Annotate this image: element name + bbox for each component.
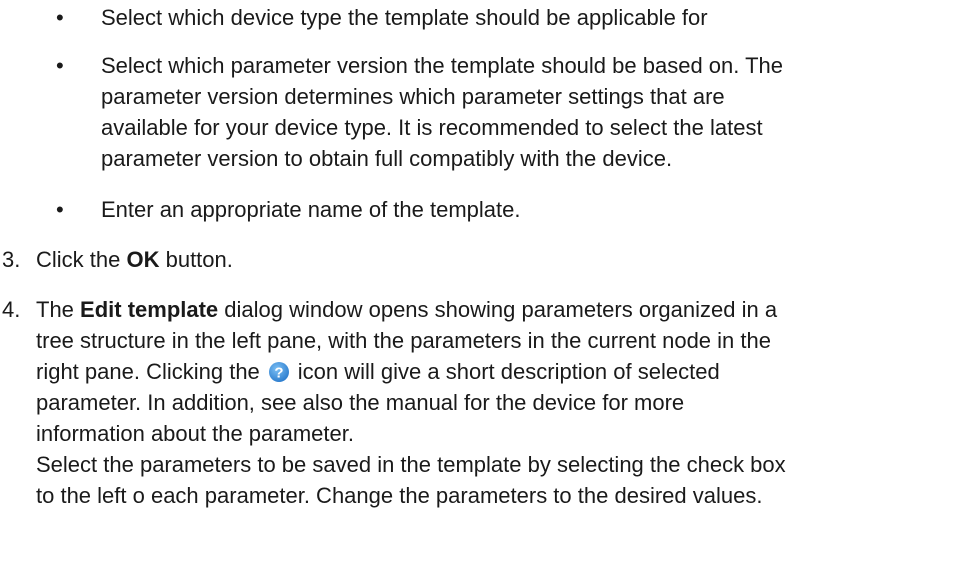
- document-body: • Select which device type the template …: [0, 0, 962, 511]
- step-4: 4. The Edit template dialog window opens…: [0, 294, 962, 511]
- step-text-line: parameter. In addition, see also the man…: [36, 390, 685, 415]
- svg-text:?: ?: [274, 365, 283, 382]
- ok-button-label: OK: [126, 247, 160, 272]
- bullet-item-template-name: • Enter an appropriate name of the templ…: [0, 194, 962, 225]
- step-text-part: icon will give a short description of se…: [297, 359, 720, 384]
- bullet-text-line: Select which parameter version the templ…: [101, 53, 783, 78]
- step-text-line: information about the parameter.: [36, 421, 354, 446]
- step-text-line: to the left o each parameter. Change the…: [36, 483, 763, 508]
- bullet-text-line: parameter version to obtain full compati…: [101, 146, 673, 171]
- step-text-line: Select the parameters to be saved in the…: [36, 452, 786, 477]
- step-number: 4.: [2, 297, 21, 322]
- step-text-part: The: [36, 297, 81, 322]
- edit-template-label: Edit template: [80, 297, 219, 322]
- step-text-part: Click the: [36, 247, 127, 272]
- step-text-part: dialog window opens showing parameters o…: [218, 297, 778, 322]
- step-text-line: tree structure in the left pane, with th…: [36, 328, 771, 353]
- bullet-symbol: •: [56, 197, 64, 222]
- help-icon: ?: [268, 362, 289, 382]
- bullet-item-parameter-version: • Select which parameter version the tem…: [0, 50, 962, 174]
- bullet-text-line: parameter version determines which param…: [101, 84, 725, 109]
- bullet-item-device-type: • Select which device type the template …: [0, 2, 962, 33]
- step-text-line: right pane. Clicking the? icon will give …: [36, 359, 720, 384]
- bullet-list: • Select which device type the template …: [0, 2, 962, 225]
- step-3: 3. Click the OK button.: [0, 244, 962, 275]
- bullet-text: Select which device type the template sh…: [101, 5, 708, 30]
- step-text: Click the OK button.: [36, 247, 233, 272]
- step-text-part: right pane. Clicking the: [36, 359, 260, 384]
- bullet-symbol: •: [56, 53, 64, 78]
- bullet-text-line: available for your device type. It is re…: [101, 115, 763, 140]
- step-text-part: button.: [159, 247, 233, 272]
- bullet-text: Enter an appropriate name of the templat…: [101, 197, 521, 222]
- bullet-symbol: •: [56, 5, 64, 30]
- numbered-steps: 3. Click the OK button. 4. The Edit temp…: [0, 244, 962, 511]
- step-number: 3.: [2, 247, 21, 272]
- step-text-line: The Edit template dialog window opens sh…: [36, 297, 777, 322]
